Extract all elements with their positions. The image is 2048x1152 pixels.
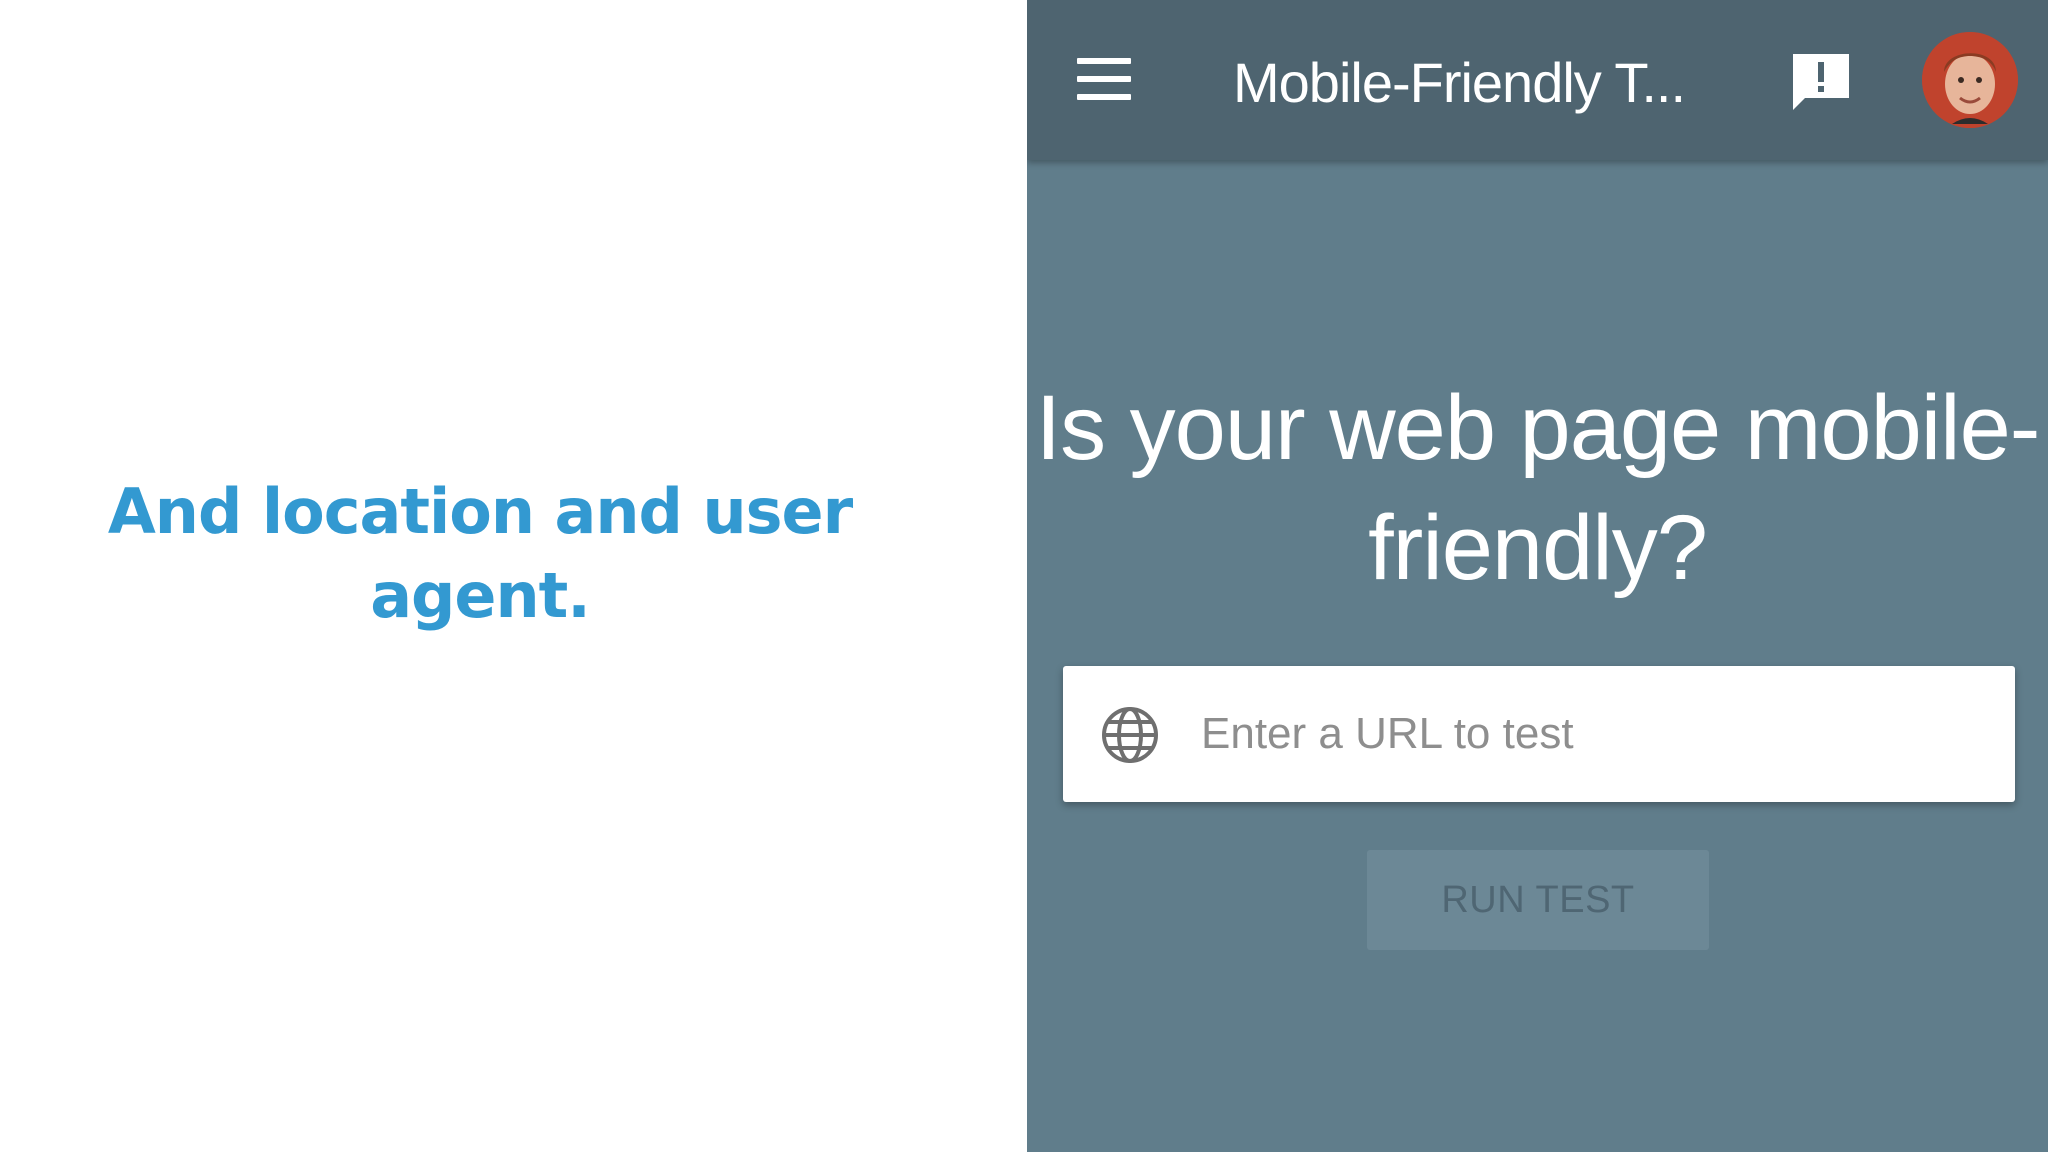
- page-headline: Is your web page mobile-friendly?: [1035, 377, 2041, 599]
- slide-caption: And location and user agent.: [107, 475, 853, 632]
- avatar-photo: [1922, 32, 2018, 128]
- menu-bar-line: [1077, 76, 1131, 82]
- app-bar: Mobile-Friendly T...: [1027, 0, 2048, 160]
- url-input[interactable]: [1201, 696, 1981, 772]
- feedback-icon[interactable]: [1789, 50, 1853, 114]
- menu-bar-line: [1077, 58, 1131, 64]
- run-test-button[interactable]: RUN TEST: [1367, 850, 1709, 950]
- globe-icon: [1101, 706, 1159, 764]
- url-input-box: [1063, 666, 2015, 802]
- mobile-friendly-test-screen: Mobile-Friendly T... Is your web page mo…: [1027, 0, 2048, 1152]
- slide: And location and user agent. Mobile-Frie…: [0, 0, 2048, 1152]
- feedback-icon-graphic: [1793, 54, 1849, 110]
- app-title: Mobile-Friendly T...: [1233, 51, 1686, 114]
- caption-panel: And location and user agent.: [0, 0, 1027, 1152]
- menu-bar-line: [1077, 94, 1131, 100]
- user-avatar[interactable]: [1922, 32, 2018, 128]
- hamburger-menu-icon[interactable]: [1077, 58, 1133, 100]
